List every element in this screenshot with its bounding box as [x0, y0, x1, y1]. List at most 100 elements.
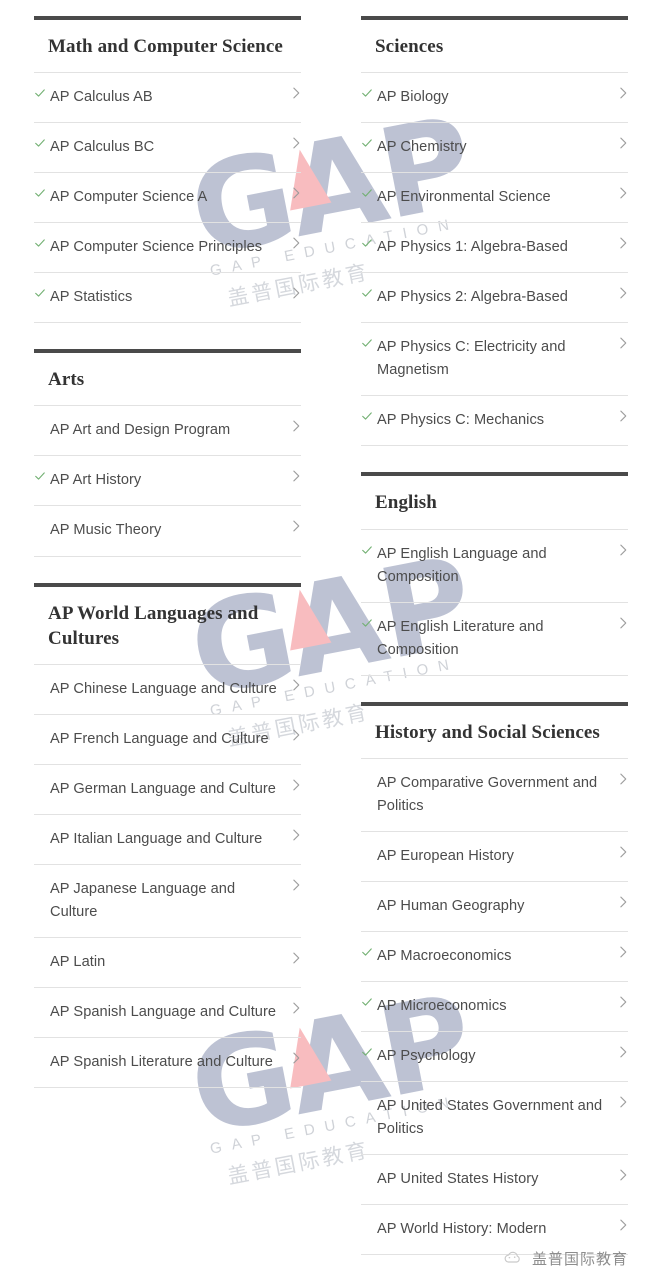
chevron-right-icon[interactable]: [287, 728, 301, 742]
course-row[interactable]: AP Art History: [34, 455, 301, 505]
chevron-right-icon[interactable]: [287, 951, 301, 965]
chevron-right-icon[interactable]: [614, 336, 628, 350]
course-row[interactable]: AP Art and Design Program: [34, 405, 301, 455]
chevron-right-icon[interactable]: [614, 1095, 628, 1109]
course-row[interactable]: AP English Literature and Composition: [361, 601, 628, 676]
check-icon-slot: [361, 543, 377, 556]
check-icon: [34, 237, 46, 249]
course-row[interactable]: AP Physics 1: Algebra-Based: [361, 222, 628, 272]
course-row[interactable]: AP Physics C: Electricity and Magnetism: [361, 322, 628, 395]
course-row[interactable]: AP Microeconomics: [361, 981, 628, 1031]
chevron-right-icon[interactable]: [614, 409, 628, 423]
course-row[interactable]: AP Environmental Science: [361, 172, 628, 222]
course-row[interactable]: AP Latin: [34, 936, 301, 987]
course-row[interactable]: AP Comparative Government and Politics: [361, 757, 628, 831]
chevron-right-icon[interactable]: [287, 878, 301, 892]
chevron-right-icon[interactable]: [614, 236, 628, 250]
course-row[interactable]: AP Chinese Language and Culture: [34, 663, 301, 714]
section-title: English: [375, 492, 437, 514]
course-section: Arts AP Art and Design Program AP Art Hist…: [34, 349, 301, 557]
course-row[interactable]: AP Spanish Language and Culture: [34, 987, 301, 1037]
chevron-right-icon[interactable]: [614, 1168, 628, 1182]
chevron-right-icon[interactable]: [614, 895, 628, 909]
course-row[interactable]: AP Human Geography: [361, 880, 628, 931]
course-row[interactable]: AP Italian Language and Culture: [34, 813, 301, 864]
chevron-right-icon[interactable]: [614, 845, 628, 859]
chevron-right-icon[interactable]: [287, 86, 301, 100]
chevron-right-icon[interactable]: [614, 772, 628, 786]
course-label: AP French Language and Culture: [50, 730, 269, 747]
section-title: Math and Computer Science: [48, 36, 283, 57]
chevron-right-icon[interactable]: [287, 678, 301, 692]
chevron-right-icon[interactable]: [287, 828, 301, 842]
chevron-right-icon[interactable]: [287, 236, 301, 250]
chevron-right-icon[interactable]: [287, 286, 301, 300]
chevron-right-icon[interactable]: [614, 616, 628, 630]
course-label: AP Environmental Science: [377, 189, 551, 206]
course-row[interactable]: AP European History: [361, 830, 628, 881]
chevron-right-icon[interactable]: [614, 286, 628, 300]
course-label: AP Comparative Government and Politics: [377, 774, 598, 814]
course-section: Sciences AP Biology AP Chemistry AP Environ…: [361, 16, 628, 447]
check-icon-slot-empty: [361, 1095, 377, 1096]
chevron-right-icon[interactable]: [287, 1001, 301, 1015]
course-row[interactable]: AP United States Government and Politics: [361, 1081, 628, 1154]
course-row[interactable]: AP United States History: [361, 1154, 628, 1204]
course-row[interactable]: AP Physics C: Mechanics: [361, 395, 628, 447]
chevron-right-icon[interactable]: [614, 86, 628, 100]
course-row[interactable]: AP German Language and Culture: [34, 763, 301, 814]
check-icon-slot-empty: [34, 678, 50, 679]
chevron-right-icon[interactable]: [614, 186, 628, 200]
course-row[interactable]: AP Macroeconomics: [361, 930, 628, 981]
course-row[interactable]: AP French Language and Culture: [34, 713, 301, 764]
chevron-right-icon[interactable]: [287, 136, 301, 150]
course-row[interactable]: AP English Language and Composition: [361, 528, 628, 602]
check-icon-slot-empty: [361, 895, 377, 896]
course-row[interactable]: AP Physics 2: Algebra-Based: [361, 272, 628, 322]
course-label: AP Spanish Language and Culture: [50, 1004, 277, 1021]
check-icon: [34, 87, 46, 99]
chevron-right-icon[interactable]: [287, 419, 301, 433]
course-row[interactable]: AP Japanese Language and Culture: [34, 863, 301, 937]
course-row[interactable]: AP Chemistry: [361, 122, 628, 172]
course-section: English AP English Language and Compositi…: [361, 472, 628, 676]
footer-brand: 盖普国际教育: [502, 1248, 628, 1269]
course-row[interactable]: AP Psychology: [361, 1031, 628, 1081]
course-row[interactable]: AP Biology: [361, 72, 628, 122]
chevron-right-icon[interactable]: [614, 136, 628, 150]
chevron-right-icon[interactable]: [287, 778, 301, 792]
section-title: Sciences: [375, 36, 444, 57]
section-title: History and Social Sciences: [375, 721, 600, 743]
course-label: AP Latin: [50, 953, 106, 970]
check-icon: [361, 946, 373, 958]
check-icon-slot: [34, 136, 50, 149]
chevron-right-icon[interactable]: [287, 1051, 301, 1065]
course-label: AP Art and Design Program: [50, 422, 231, 439]
chevron-right-icon[interactable]: [614, 1045, 628, 1059]
chevron-right-icon[interactable]: [614, 995, 628, 1009]
course-label: AP Calculus BC: [50, 139, 155, 156]
course-row[interactable]: AP Calculus AB: [34, 72, 301, 122]
course-label: AP Art History: [50, 472, 142, 489]
check-icon: [361, 137, 373, 149]
chevron-right-icon[interactable]: [287, 519, 301, 533]
course-label: AP Music Theory: [50, 522, 162, 539]
check-icon-slot-empty: [34, 1051, 50, 1052]
course-row[interactable]: AP Computer Science A: [34, 172, 301, 222]
check-icon-slot-empty: [34, 1001, 50, 1002]
chevron-right-icon[interactable]: [287, 186, 301, 200]
course-row[interactable]: AP Calculus BC: [34, 122, 301, 172]
chevron-right-icon[interactable]: [614, 945, 628, 959]
check-icon-slot-empty: [34, 419, 50, 420]
chevron-right-icon[interactable]: [287, 469, 301, 483]
chevron-right-icon[interactable]: [614, 543, 628, 557]
course-row[interactable]: AP Spanish Literature and Culture: [34, 1037, 301, 1089]
chevron-right-icon[interactable]: [614, 1218, 628, 1232]
course-label: AP United States History: [377, 1171, 539, 1188]
course-label: AP Physics C: Mechanics: [377, 412, 545, 429]
check-icon-slot: [361, 409, 377, 422]
course-row[interactable]: AP Music Theory: [34, 505, 301, 557]
course-row[interactable]: AP Computer Science Principles: [34, 222, 301, 272]
check-icon-slot: [361, 945, 377, 958]
course-row[interactable]: AP Statistics: [34, 272, 301, 324]
